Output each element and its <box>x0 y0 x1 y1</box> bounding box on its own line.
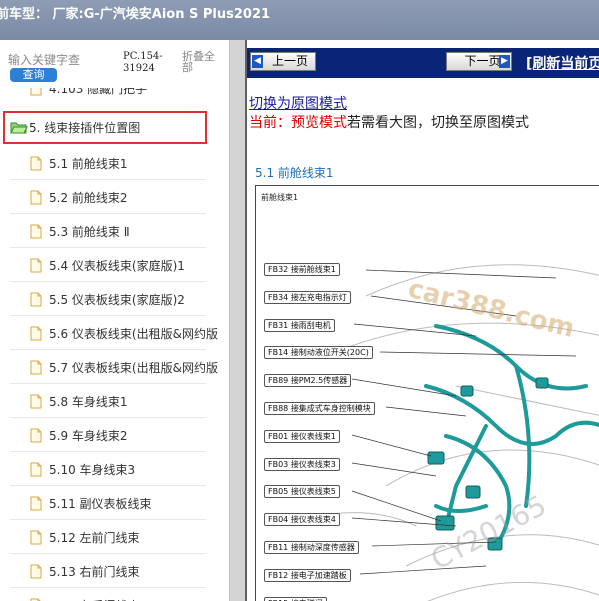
mode-hint: 若需看大图，切换至原图模式 <box>347 115 529 131</box>
tree-view: 4.103 隐藏门把手 5. 线束接插件位置图 5.1 前舱线束1 5.2 前舱线… <box>0 88 229 601</box>
file-icon <box>30 360 42 375</box>
tree-item[interactable]: 5.6 仪表板线束(出租版&网约版 <box>0 316 229 350</box>
file-icon <box>30 394 42 409</box>
arrow-left-icon: ◀ <box>252 55 263 68</box>
connector-label: FB12 接电子加速踏板 <box>264 568 351 582</box>
tree-item[interactable]: 5.10 车身线束3 <box>0 452 229 486</box>
sidebar-header: 查询 PC.154-31924 折叠全部 <box>0 40 229 88</box>
switch-original-link[interactable]: 切换为原图模式 <box>249 93 347 113</box>
tree-item-top[interactable]: 4.103 隐藏门把手 <box>0 88 229 99</box>
connector-label: FB04 接仪表线束4 <box>264 513 340 527</box>
connector-label: FB15 接电磁阀 <box>264 596 327 601</box>
connector-label: FB32 接前舱线束1 <box>264 263 340 276</box>
search-button[interactable]: 查询 <box>10 68 57 82</box>
splitter[interactable] <box>229 40 245 601</box>
next-page-button[interactable]: 下一页 ▶ <box>446 52 512 71</box>
tree-item-label: 5.1 前舱线束1 <box>49 157 128 171</box>
connector-label: FB31 接雨刮电机 <box>264 318 335 332</box>
connector-label: FB11 接制动深度传感器 <box>264 541 359 554</box>
tree-item[interactable]: 5.3 前舱线束 Ⅱ <box>0 214 229 248</box>
tree-item-label: 5.11 副仪表板线束 <box>49 497 152 511</box>
tree-item[interactable]: 5.5 仪表板线束(家庭版)2 <box>0 282 229 316</box>
tree-item-label: 5.9 车身线束2 <box>49 429 128 443</box>
next-page-label: 下一页 <box>464 54 501 68</box>
tree-item-parent[interactable]: 5. 线束接插件位置图 <box>3 111 207 144</box>
tree-item[interactable]: 5.12 左前门线束 <box>0 520 229 554</box>
connector-label: FB14 接制动液位开关(20C) <box>264 346 373 360</box>
folder-open-icon <box>10 122 28 134</box>
tree-item-label: 5.13 右前门线束 <box>49 565 140 579</box>
collapse-all-link[interactable]: 折叠全部 <box>182 51 222 73</box>
pc-code-label: PC.154-31924 <box>123 51 163 74</box>
file-icon <box>30 462 42 477</box>
connector-label: FB05 接仪表线束5 <box>264 485 340 499</box>
tree-item-label: 5.12 左前门线束 <box>49 531 140 545</box>
sidebar: 查询 PC.154-31924 折叠全部 4.103 隐藏门把手 5. 线束接插… <box>0 40 229 601</box>
mode-status: 当前：预览模式若需看大图，切换至原图模式 <box>249 112 529 132</box>
tree-item[interactable]: 5.1 前舱线束1 <box>0 146 229 180</box>
file-icon <box>30 156 42 171</box>
window-title: 前车型： 厂家:G-广汽埃安Aion S Plus2021 <box>0 7 271 22</box>
tree-item-label: 5.7 仪表板线束(出租版&网约版 <box>49 361 218 375</box>
tree-item[interactable]: 5.7 仪表板线束(出租版&网约版 <box>0 350 229 384</box>
tree-item[interactable]: 5.8 车身线束1 <box>0 384 229 418</box>
tree-item-label: 5.3 前舱线束 Ⅱ <box>49 225 130 239</box>
tree-item-label: 5.10 车身线束3 <box>49 463 136 477</box>
tree-item[interactable]: 5.4 仪表板线束(家庭版)1 <box>0 248 229 282</box>
refresh-page-link[interactable]: [刷新当前页] <box>526 53 599 73</box>
file-icon <box>30 496 42 511</box>
harness-drawing <box>315 264 599 601</box>
tree-item[interactable]: 5.11 副仪表板线束 <box>0 486 229 520</box>
mode-name: 预览模式 <box>291 115 347 131</box>
file-icon <box>30 564 42 579</box>
prev-page-button[interactable]: ◀ 上一页 <box>250 52 316 71</box>
page-nav-bar: ◀ 上一页 下一页 ▶ [刷新当前页] <box>247 48 599 78</box>
tree-item-parent-label: 5. 线束接插件位置图 <box>29 121 141 135</box>
connector-label: FB89 接PM2.5传感器 <box>264 374 352 388</box>
tree-item-label: 5.14 左后门线束 <box>49 597 140 601</box>
prev-page-label: 上一页 <box>271 54 308 68</box>
connector-label: FB34 接左充电指示灯 <box>264 290 351 304</box>
arrow-right-icon: ▶ <box>499 55 510 68</box>
file-icon <box>30 292 42 307</box>
file-icon <box>30 258 42 273</box>
file-icon <box>30 326 42 341</box>
tree-item-label: 5.6 仪表板线束(出租版&网约版 <box>49 327 218 341</box>
tree-item[interactable]: 5.2 前舱线束2 <box>0 180 229 214</box>
tree-item[interactable]: 5.13 右前门线束 <box>0 554 229 588</box>
file-icon <box>30 190 42 205</box>
mode-prefix: 当前： <box>249 115 291 131</box>
window-titlebar: 前车型： 厂家:G-广汽埃安Aion S Plus2021 <box>0 0 599 40</box>
tree-item-label: 5.5 仪表板线束(家庭版)2 <box>49 293 185 307</box>
tree-item-label: 4.103 隐藏门把手 <box>49 88 148 96</box>
connector-label: FB01 接仪表线束1 <box>264 429 340 443</box>
connector-label: FB03 接仪表线束3 <box>264 457 340 471</box>
tree-item[interactable]: 5.14 左后门线束 <box>0 588 229 601</box>
file-icon <box>30 88 42 96</box>
section-title: 5.1 前舱线束1 <box>255 166 334 180</box>
wiring-diagram: 前舱线束1 car388.com CY20165 FB32 接前舱线束1 FB3… <box>255 185 599 601</box>
content-pane: ◀ 上一页 下一页 ▶ [刷新当前页] 切换为原图模式 当前：预览模式若需看大图… <box>245 40 599 601</box>
search-input[interactable] <box>8 52 116 68</box>
file-icon <box>30 428 42 443</box>
tree-item-label: 5.8 车身线束1 <box>49 395 128 409</box>
file-icon <box>30 224 42 239</box>
tree-item[interactable]: 5.9 车身线束2 <box>0 418 229 452</box>
file-icon <box>30 530 42 545</box>
tree-item-label: 5.4 仪表板线束(家庭版)1 <box>49 259 185 273</box>
connector-label: FB88 接集成式车身控制模块 <box>264 402 375 415</box>
tree-item-label: 5.2 前舱线束2 <box>49 191 128 205</box>
